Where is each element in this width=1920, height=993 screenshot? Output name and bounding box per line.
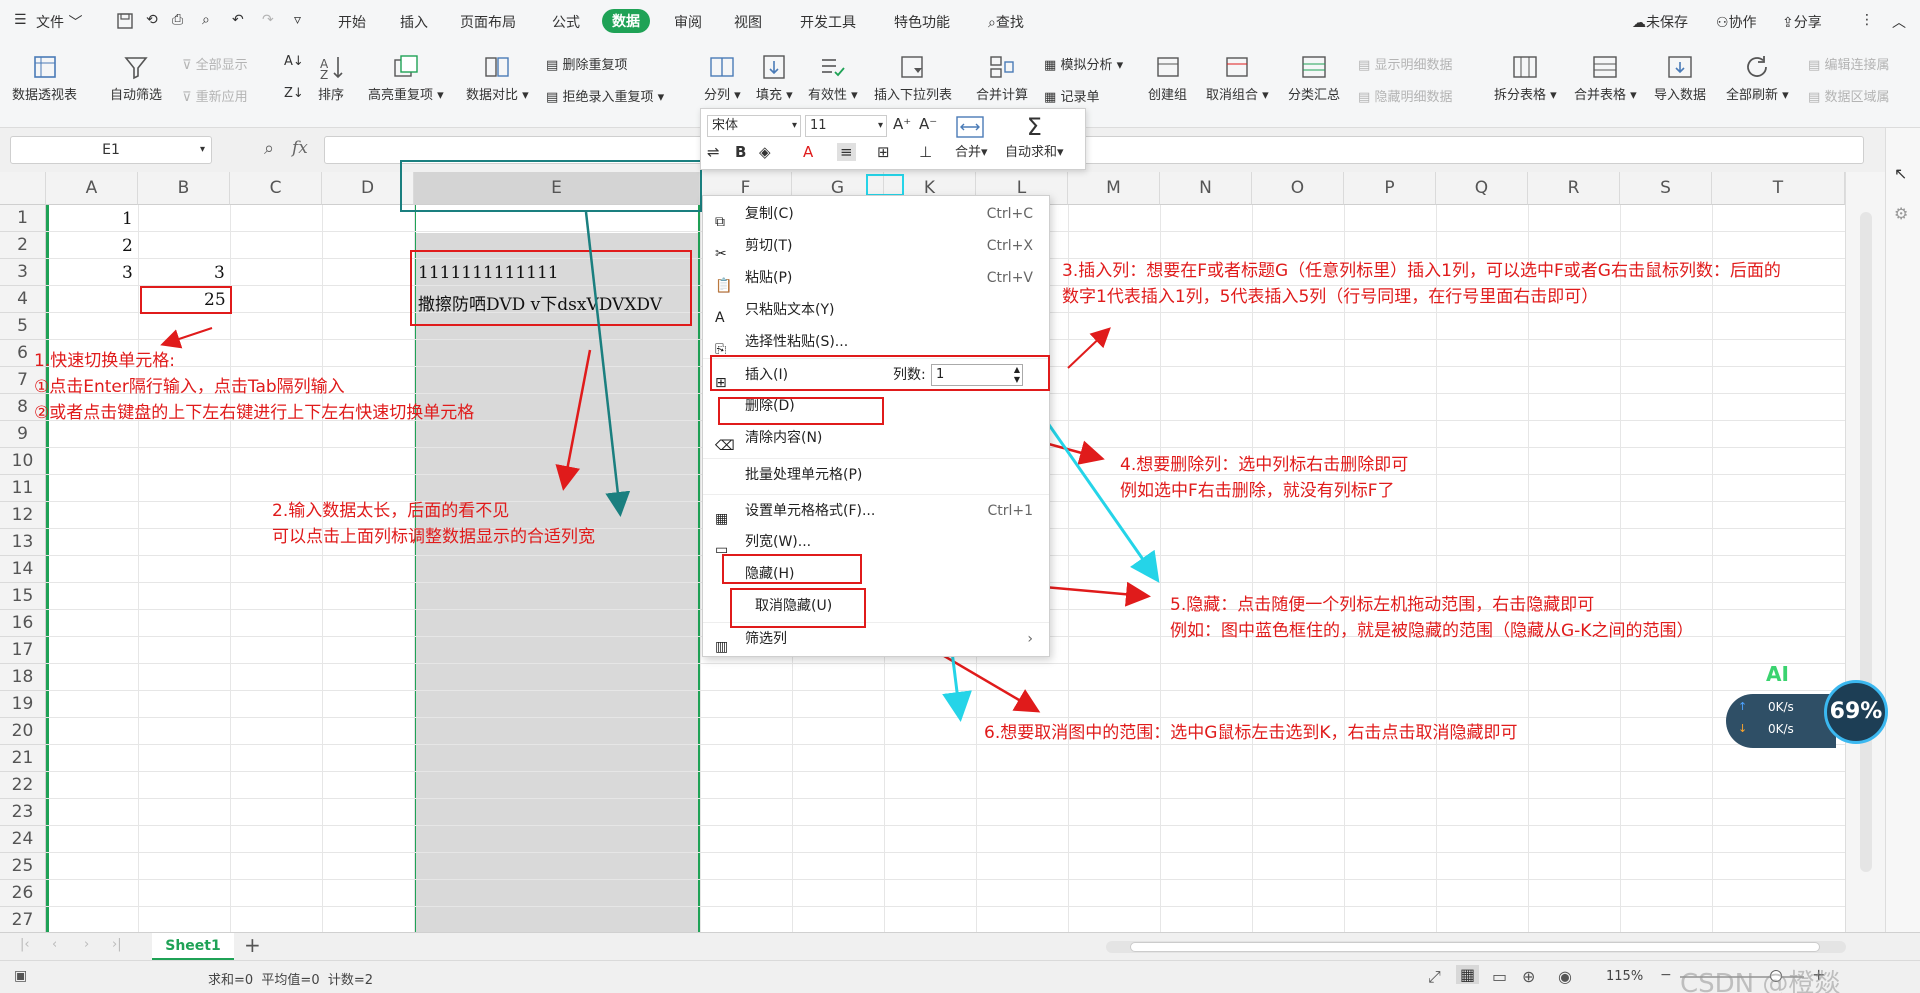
mini-toolbar: 宋体 ▾ 11 ▾ A⁺ A⁻ ⇌ B ◈ A ≡ ⊞ ⊥ 合并▾ Σ 自动求和▾: [700, 108, 1086, 170]
format-cells-icon: ▦: [715, 511, 729, 527]
arrow-note1: [160, 327, 213, 349]
menu-cut[interactable]: ✂ 剪切(T) Ctrl+X: [703, 230, 1049, 262]
clear-label: 清除内容(N): [745, 430, 823, 446]
add-sheet-icon[interactable]: +: [244, 933, 261, 957]
bar-chart-icon: ▥: [715, 639, 729, 655]
shrink-font-icon[interactable]: A⁻: [919, 115, 937, 133]
status-bar: ▣ 求和=0 平均值=0 计数=2 ⤢ ▦ ▭ ⊕ ◉ 115% − + CSD…: [0, 960, 1920, 993]
column-width-icon: ▭: [715, 542, 729, 558]
csdn-watermark: CSDN @橙燚: [1680, 969, 1841, 993]
horizontal-scroll-thumb[interactable]: [1130, 942, 1820, 952]
copy-shortcut: Ctrl+C: [986, 206, 1033, 222]
paste-text-icon: A: [715, 310, 725, 326]
batch-label: 批量处理单元格(P): [745, 467, 863, 483]
merge-label: 合并: [955, 145, 982, 160]
font-size-select[interactable]: 11 ▾: [805, 115, 887, 137]
cut-shortcut: Ctrl+X: [986, 238, 1033, 254]
chevron-down-icon: ▾: [791, 120, 797, 131]
menu-format-cells[interactable]: ▦ 设置单元格格式(F)... Ctrl+1: [703, 494, 1049, 527]
download-speed: 0K/s: [1768, 722, 1794, 736]
network-widget: AI ↑ 0K/s ↓ 0K/s 69%: [1726, 662, 1888, 750]
fill-color-icon[interactable]: ◈: [759, 143, 771, 161]
font-value: 宋体: [712, 118, 739, 133]
paste-shortcut: Ctrl+V: [986, 270, 1033, 286]
format-label: 设置单元格格式(F)...: [745, 503, 876, 519]
ai-label: AI: [1766, 662, 1789, 686]
zoom-level[interactable]: 115%: [1606, 969, 1643, 984]
font-select[interactable]: 宋体 ▾: [707, 115, 801, 137]
unhide-highlight: [730, 588, 866, 628]
menu-copy[interactable]: ⧉ 复制(C) Ctrl+C: [703, 198, 1049, 230]
paste-icon: 📋: [715, 278, 733, 294]
sigma-icon: Σ: [1026, 113, 1042, 141]
settings-slider-icon[interactable]: ⚙: [1894, 204, 1908, 223]
copy-icon: ⧉: [715, 214, 725, 230]
page-break-icon[interactable]: ⊕: [1522, 967, 1535, 986]
eraser-icon: ⌫: [715, 438, 735, 454]
status-summary: 求和=0 平均值=0 计数=2: [208, 973, 374, 988]
first-sheet-icon[interactable]: |‹: [20, 937, 30, 952]
paste-text-label: 只粘贴文本(Y): [745, 302, 835, 318]
hide-highlight: [722, 554, 862, 584]
speed-panel: ↑ 0K/s ↓ 0K/s: [1726, 694, 1836, 748]
wrap-icon[interactable]: ⇌: [707, 143, 720, 161]
download-arrow-icon: ↓: [1738, 722, 1748, 735]
menu-paste[interactable]: 📋 粘贴(P) Ctrl+V: [703, 262, 1049, 294]
merge-button[interactable]: 合并▾: [955, 113, 988, 160]
menu-clear[interactable]: ⌫ 清除内容(N): [703, 422, 1049, 454]
menu-batch[interactable]: 批量处理单元格(P): [703, 458, 1049, 490]
format-brush-icon[interactable]: ⊥: [919, 143, 932, 161]
autosum-label: 自动求和: [1005, 145, 1058, 160]
pointer-icon[interactable]: ↖: [1894, 164, 1907, 183]
prev-sheet-icon[interactable]: ‹: [52, 937, 57, 952]
last-sheet-icon[interactable]: ›|: [112, 937, 122, 952]
paste-special-icon: ⎘: [715, 342, 727, 358]
border-icon[interactable]: ⊞: [877, 143, 890, 161]
next-sheet-icon[interactable]: ›: [84, 937, 89, 952]
chevron-down-icon: ▾: [877, 120, 883, 131]
memory-percent[interactable]: 69%: [1824, 680, 1888, 744]
paste-label: 粘贴(P): [745, 270, 793, 286]
menu-paste-special[interactable]: ⎘ 选择性粘贴(S)...: [703, 326, 1049, 358]
chevron-right-icon: ›: [1027, 631, 1033, 647]
sheet-tabs-bar: |‹ ‹ › ›| Sheet1 +: [0, 932, 1920, 960]
right-side-panel: ↖ ⚙: [1885, 128, 1920, 960]
upload-speed: 0K/s: [1768, 700, 1794, 714]
autosum-button[interactable]: Σ 自动求和▾: [1005, 113, 1064, 160]
fullscreen-icon[interactable]: ⤢: [1428, 967, 1441, 987]
cut-label: 剪切(T): [745, 238, 793, 254]
spreadsheet-app: ☰ 文件 ﹀ ⟲ ⎙ ⌕ ↶ ↷ ▿ 开始 插入 页面布局 公式 数据 审阅 视…: [0, 0, 1920, 993]
grow-font-icon[interactable]: A⁺: [893, 115, 911, 133]
bold-icon[interactable]: B: [735, 143, 746, 161]
vertical-scrollbar[interactable]: [1845, 172, 1885, 932]
sheet-tab-sheet1[interactable]: Sheet1: [152, 933, 234, 960]
upload-arrow-icon: ↑: [1738, 700, 1748, 713]
font-size-value: 11: [810, 118, 827, 133]
eye-protect-icon[interactable]: ◉: [1558, 967, 1572, 986]
delete-highlight: [718, 397, 884, 425]
insert-highlight: [710, 355, 1050, 391]
format-shortcut: Ctrl+1: [987, 503, 1033, 519]
align-center-icon[interactable]: ≡: [837, 143, 856, 161]
zoom-out-icon[interactable]: −: [1660, 967, 1672, 983]
menu-paste-text[interactable]: A 只粘贴文本(Y): [703, 294, 1049, 326]
horizontal-scrollbar[interactable]: [1106, 941, 1846, 953]
arrow-note2: [555, 349, 592, 491]
scroll-thumb[interactable]: [1860, 212, 1872, 872]
page-layout-icon[interactable]: ▭: [1492, 967, 1507, 986]
arrow-note3: [1067, 327, 1111, 369]
merge-icon: [956, 116, 984, 138]
paste-special-label: 选择性粘贴(S)...: [745, 334, 849, 350]
macro-icon[interactable]: ▣: [14, 968, 27, 984]
arrow-teal: [584, 211, 631, 517]
scissors-icon: ✂: [715, 246, 727, 262]
normal-view-icon[interactable]: ▦: [1456, 965, 1480, 984]
font-color-icon[interactable]: A: [803, 143, 813, 161]
copy-label: 复制(C): [745, 206, 794, 222]
